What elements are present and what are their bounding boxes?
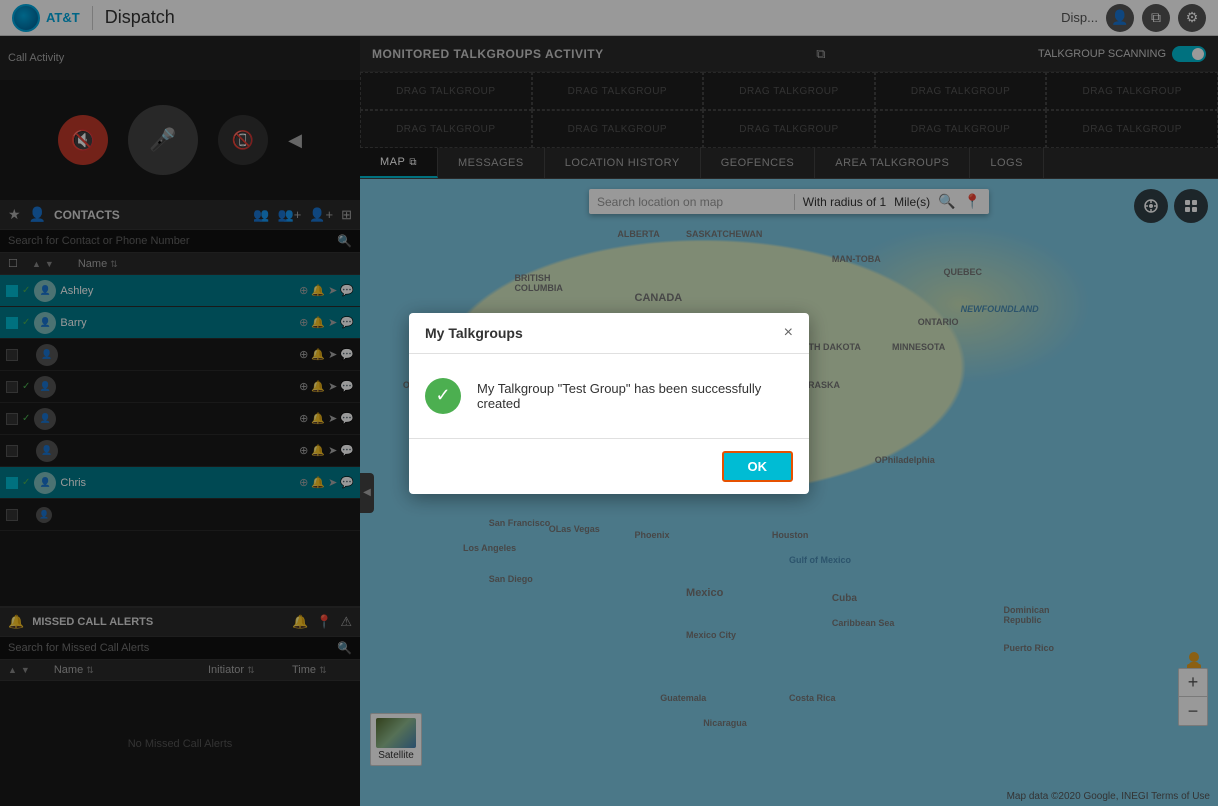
modal-header: My Talkgroups × [409,313,809,354]
success-icon: ✓ [425,378,461,414]
modal-overlay: My Talkgroups × ✓ My Talkgroup "Test Gro… [0,0,1218,806]
modal-message: My Talkgroup "Test Group" has been succe… [477,381,793,411]
modal-close-button[interactable]: × [784,325,793,341]
modal-ok-button[interactable]: OK [722,451,794,482]
modal-body: ✓ My Talkgroup "Test Group" has been suc… [409,354,809,438]
modal-title: My Talkgroups [425,325,523,341]
my-talkgroups-modal: My Talkgroups × ✓ My Talkgroup "Test Gro… [409,313,809,494]
modal-footer: OK [409,438,809,494]
